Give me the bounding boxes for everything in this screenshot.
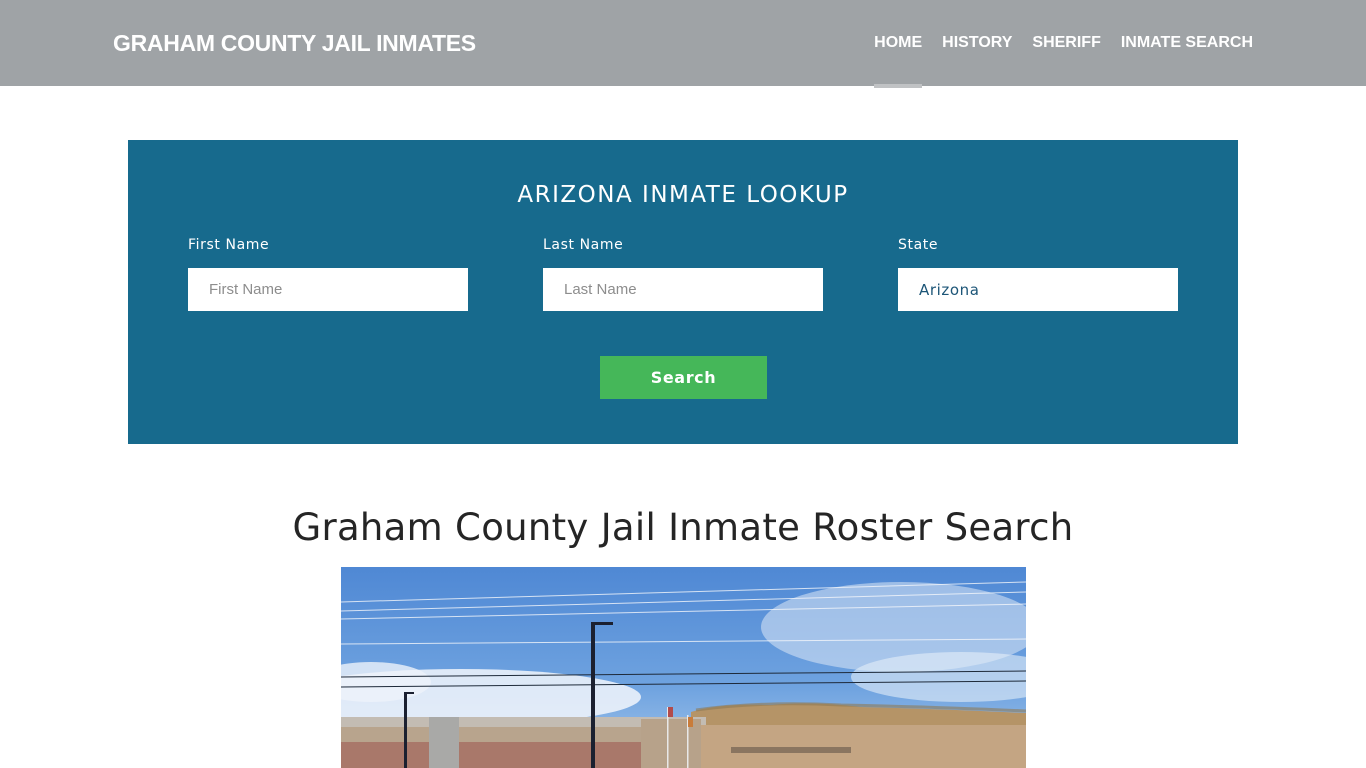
site-brand-link[interactable]: GRAHAM COUNTY JAIL INMATES xyxy=(113,30,476,57)
last-name-label: Last Name xyxy=(543,237,624,253)
state-input[interactable] xyxy=(898,268,1178,311)
building-wall-right xyxy=(701,725,1026,768)
light-pole-small-arm xyxy=(404,692,414,694)
light-pole xyxy=(591,622,595,768)
nav-item-history[interactable]: HISTORY xyxy=(942,0,1012,86)
nav-item-inmate-search[interactable]: INMATE SEARCH xyxy=(1121,0,1253,86)
site-header: GRAHAM COUNTY JAIL INMATES HOME HISTORY … xyxy=(0,0,1366,88)
arizona-flag xyxy=(688,717,693,727)
last-name-input[interactable] xyxy=(543,268,823,311)
state-group: State xyxy=(898,237,1178,311)
light-pole-small xyxy=(404,692,407,768)
first-name-input[interactable] xyxy=(188,268,468,311)
nav-item-sheriff[interactable]: SHERIFF xyxy=(1032,0,1100,86)
first-name-label: First Name xyxy=(188,237,270,253)
entrance-canopy xyxy=(731,747,851,753)
brick-band xyxy=(341,742,641,768)
lookup-title: ARIZONA INMATE LOOKUP xyxy=(517,182,849,208)
main-nav: HOME HISTORY SHERIFF INMATE SEARCH xyxy=(854,0,1253,88)
us-flag xyxy=(668,707,673,717)
inmate-lookup-panel: ARIZONA INMATE LOOKUP First Name Last Na… xyxy=(128,140,1238,444)
state-label: State xyxy=(898,237,939,253)
search-button[interactable]: Search xyxy=(600,356,767,399)
building-column xyxy=(429,717,459,768)
last-name-group: Last Name xyxy=(543,237,823,311)
jail-building-illustration xyxy=(341,567,1026,768)
light-pole-arm xyxy=(591,622,613,625)
first-name-group: First Name xyxy=(188,237,468,311)
jail-building-photo xyxy=(341,567,1026,768)
page-title: Graham County Jail Inmate Roster Search xyxy=(292,506,1074,549)
nav-item-home[interactable]: HOME xyxy=(874,0,923,88)
